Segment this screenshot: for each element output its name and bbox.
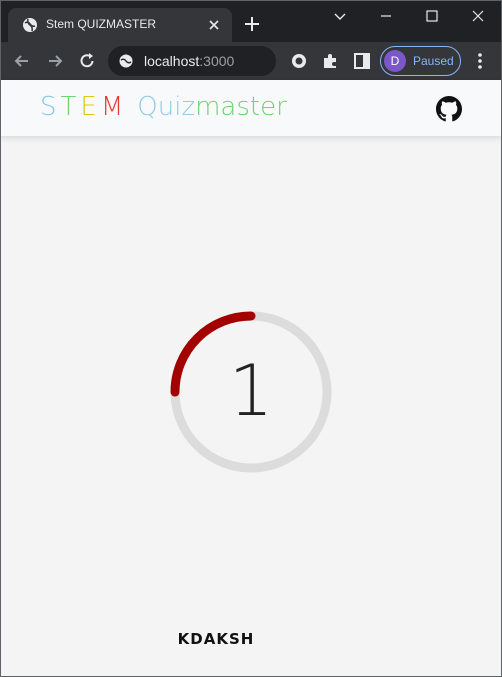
profile-button[interactable]: D Paused [380, 46, 461, 76]
site-info-icon[interactable] [118, 53, 134, 69]
brand-stem-letter: E [80, 92, 97, 122]
app-header: S T E M Quizmaster [0, 80, 502, 136]
maximize-icon[interactable] [424, 8, 440, 24]
address-bar[interactable]: localhost:3000 [108, 46, 276, 76]
author-credit: KDAKSH [177, 630, 255, 648]
minimize-icon[interactable] [378, 8, 394, 24]
extensions-puzzle-icon[interactable] [320, 51, 340, 71]
back-arrow-icon[interactable] [12, 51, 32, 71]
new-tab-plus-icon[interactable] [244, 16, 260, 32]
close-icon[interactable] [207, 18, 221, 32]
countdown-number: 1 [228, 350, 274, 432]
github-icon[interactable] [436, 96, 462, 122]
profile-status: Paused [413, 54, 454, 68]
brand-stem-letter: S [40, 92, 57, 122]
browser-toolbar: localhost:3000 D Paused [0, 42, 502, 80]
brand-logo[interactable]: S T E M Quizmaster [40, 92, 287, 122]
tab-title: Stem QUIZMASTER [46, 17, 157, 31]
url-host: localhost [144, 53, 200, 69]
kebab-menu-icon[interactable] [470, 51, 490, 71]
avatar: D [384, 50, 406, 72]
url-text: localhost:3000 [144, 53, 234, 69]
reload-icon[interactable] [77, 51, 97, 71]
browser-tab[interactable]: Stem QUIZMASTER [8, 8, 232, 42]
url-port: :3000 [199, 53, 235, 69]
tab-search-chevron-icon[interactable] [332, 8, 348, 24]
brand-stem-letter: M [100, 92, 124, 122]
extension-media-icon[interactable] [289, 51, 309, 71]
brand-quiz: Quiz [137, 92, 196, 122]
forward-arrow-icon[interactable] [45, 51, 65, 71]
brand-master: master [195, 92, 287, 122]
browser-tabstrip: Stem QUIZMASTER [0, 0, 502, 42]
brand-stem-letter: T [60, 92, 77, 122]
globe-icon [23, 18, 37, 32]
side-panel-icon[interactable] [352, 51, 372, 71]
window-close-icon[interactable] [470, 8, 486, 24]
